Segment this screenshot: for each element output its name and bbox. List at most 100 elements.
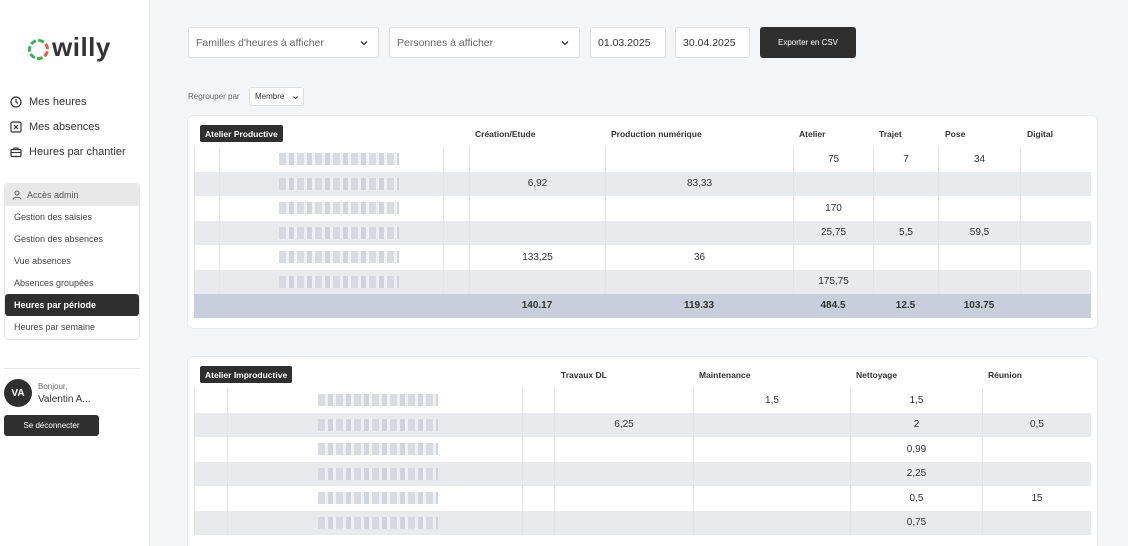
value-cell: 0,5 — [850, 486, 982, 511]
total-cell: 484.5 — [820, 300, 846, 312]
value-cell — [554, 486, 693, 511]
redacted-member-name — [318, 492, 438, 505]
redacted-member-name — [279, 202, 399, 215]
row-cell — [194, 269, 219, 294]
value-cell — [554, 388, 693, 413]
value-cell — [693, 486, 850, 511]
column-header: Création/Etude — [475, 129, 536, 139]
nav-mes-heures[interactable]: Mes heures — [10, 96, 86, 108]
table-row: 25,75 5,5 59,5 — [194, 220, 1091, 245]
column-header: Maintenance — [699, 370, 751, 380]
date-to-input[interactable]: 30.04.2025 — [675, 27, 750, 58]
admin-item-vue-absences[interactable]: Vue absences — [5, 250, 139, 272]
value-cell — [605, 220, 793, 245]
value-cell — [554, 510, 693, 535]
chevron-down-icon — [293, 96, 298, 100]
value-cell — [873, 269, 938, 294]
value-cell — [1020, 171, 1091, 196]
divider — [4, 368, 140, 369]
value-cell — [605, 269, 793, 294]
value-cell — [605, 196, 793, 221]
admin-header[interactable]: Accès admin — [5, 184, 139, 206]
redacted-member-name — [318, 443, 438, 456]
value-cell: 15 — [982, 486, 1091, 511]
row-cell — [443, 269, 469, 294]
admin-item-heures-par-periode[interactable]: Heures par période — [5, 294, 139, 316]
redacted-member-name — [318, 467, 438, 480]
x-square-icon — [10, 121, 22, 133]
column-header: Trajet — [879, 129, 902, 139]
value-cell — [938, 269, 1020, 294]
admin-item-gestion-absences[interactable]: Gestion des absences — [5, 228, 139, 250]
column-header: Réunion — [988, 370, 1022, 380]
redacted-member-name — [279, 251, 399, 264]
value-cell: 0,5 — [982, 412, 1091, 437]
logout-button[interactable]: Se déconnecter — [4, 415, 99, 436]
row-cell — [194, 147, 219, 172]
row-cell — [522, 486, 554, 511]
value-cell: 34 — [938, 147, 1020, 172]
total-cell: 12.5 — [895, 300, 916, 312]
value-cell: 1,5 — [693, 388, 850, 413]
row-cell — [194, 196, 219, 221]
row-cell — [522, 461, 554, 486]
admin-item-heures-par-semaine[interactable]: Heures par semaine — [5, 316, 139, 338]
total-cell — [1020, 294, 1091, 318]
table-row: 133,25 36 — [194, 245, 1091, 270]
value-cell: 170 — [793, 196, 873, 221]
row-cell — [522, 510, 554, 535]
value-cell — [1020, 147, 1091, 172]
user-name: Valentin A... — [38, 394, 91, 405]
column-header: Pose — [945, 129, 966, 139]
persons-placeholder: Personnes à afficher — [397, 36, 494, 49]
value-cell — [793, 245, 873, 270]
admin-title: Accès admin — [27, 190, 79, 200]
value-cell — [554, 461, 693, 486]
export-csv-button[interactable]: Exporter en CSV — [760, 27, 856, 58]
redacted-member-name — [318, 418, 438, 431]
admin-item-absences-groupees[interactable]: Absences groupées — [5, 272, 139, 294]
value-cell: 0,75 — [850, 510, 982, 535]
briefcase-icon — [10, 146, 22, 158]
value-cell: 75 — [793, 147, 873, 172]
families-select[interactable]: Familles d'heures à afficher — [188, 27, 379, 58]
redacted-member-name — [279, 275, 399, 288]
table-row: 175,75 — [194, 269, 1091, 294]
value-cell — [605, 147, 793, 172]
value-cell: 1,5 — [850, 388, 982, 413]
logo-ring-icon — [28, 38, 49, 60]
value-cell — [982, 437, 1091, 462]
admin-item-gestion-saisies[interactable]: Gestion des saisies — [5, 206, 139, 228]
persons-select[interactable]: Personnes à afficher — [389, 27, 580, 58]
table-row: 75 7 34 — [194, 147, 1091, 172]
table-row: 6,25 2 0,5 — [194, 412, 1091, 437]
row-cell — [194, 437, 227, 462]
row-cell — [522, 388, 554, 413]
value-cell: 25,75 — [793, 220, 873, 245]
nav-label: Mes heures — [29, 96, 87, 108]
chevron-down-icon — [561, 41, 569, 46]
value-cell: 6,92 — [469, 171, 605, 196]
value-cell — [469, 147, 605, 172]
table-row: 0,99 — [194, 437, 1091, 462]
total-cell: 140.17 — [521, 300, 553, 312]
column-header: Digital — [1027, 129, 1053, 139]
value-cell: 133,25 — [469, 245, 605, 270]
group-by-select[interactable]: Membre — [249, 87, 304, 106]
sidebar: willy Mes heures Mes absences Heures par… — [0, 0, 150, 546]
willy-logo[interactable]: willy — [28, 32, 111, 63]
value-cell: 7 — [873, 147, 938, 172]
value-cell — [693, 510, 850, 535]
row-cell — [194, 171, 219, 196]
totals-row: 140.17 119.33 484.5 12.5 103.75 — [194, 294, 1091, 318]
nav-mes-absences[interactable]: Mes absences — [10, 121, 100, 133]
value-cell — [938, 171, 1020, 196]
value-cell — [873, 171, 938, 196]
date-from-input[interactable]: 01.03.2025 — [590, 27, 666, 58]
nav-heures-par-chantier[interactable]: Heures par chantier — [10, 146, 126, 158]
value-cell — [793, 171, 873, 196]
row-cell — [443, 220, 469, 245]
table-row: 6,92 83,33 — [194, 171, 1091, 196]
admin-menu: Accès admin Gestion des saisies Gestion … — [4, 183, 140, 340]
value-cell — [938, 196, 1020, 221]
